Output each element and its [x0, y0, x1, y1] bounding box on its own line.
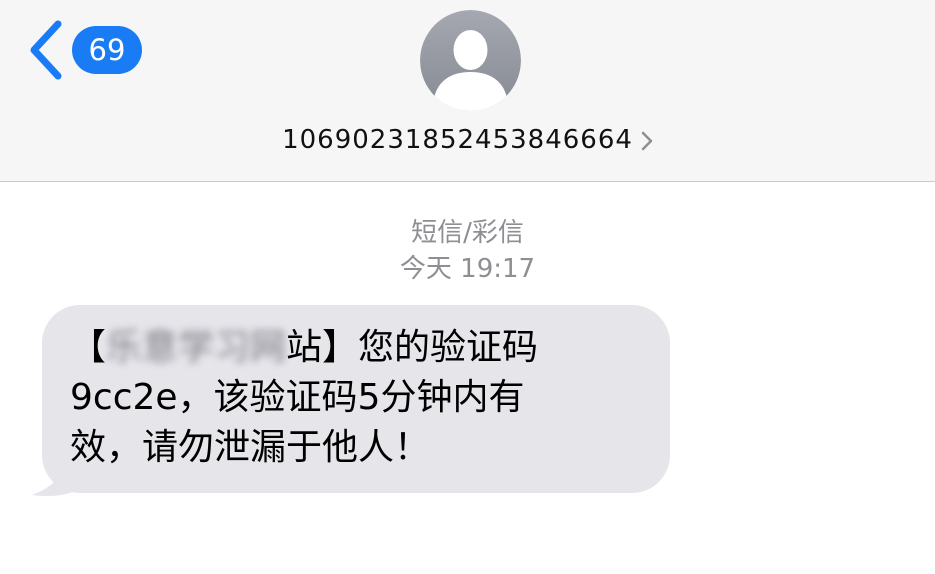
message-timestamp: 今天 19:17 — [399, 254, 536, 284]
unread-count-badge: 69 — [72, 26, 142, 74]
contact-avatar[interactable] — [420, 10, 521, 111]
chevron-right-icon — [641, 131, 653, 150]
message-line-3: 效，请勿泄漏于他人！ — [70, 427, 431, 468]
contact-info-link[interactable]: 10690231852453846664 — [0, 120, 935, 160]
back-button[interactable]: 69 — [26, 18, 142, 82]
sender-name-tail: 站 — [286, 327, 323, 368]
incoming-message[interactable]: 【乐意学习网站】您的验证码 9cc2e，该验证码5分钟内有 效，请勿泄漏于他人！ — [32, 305, 672, 501]
contact-number: 10690231852453846664 — [282, 125, 633, 155]
message-type-label: 短信/彩信 — [411, 218, 524, 248]
message-line-2: 9cc2e，该验证码5分钟内有 — [70, 377, 525, 418]
chevron-left-icon — [30, 20, 62, 80]
conversation-header: 69 10690231852453846664 — [0, 0, 935, 182]
redacted-sender-name: 乐意学习网 — [106, 327, 287, 368]
message-text: 【乐意学习网站】您的验证码 9cc2e，该验证码5分钟内有 效，请勿泄漏于他人！ — [70, 323, 640, 473]
bracket-open: 【 — [70, 327, 107, 368]
person-silhouette-icon — [420, 10, 521, 111]
messages-screen: 69 10690231852453846664 短信/彩信 今天 19:17 【… — [0, 0, 935, 574]
message-line-1: 】您的验证码 — [322, 327, 539, 368]
